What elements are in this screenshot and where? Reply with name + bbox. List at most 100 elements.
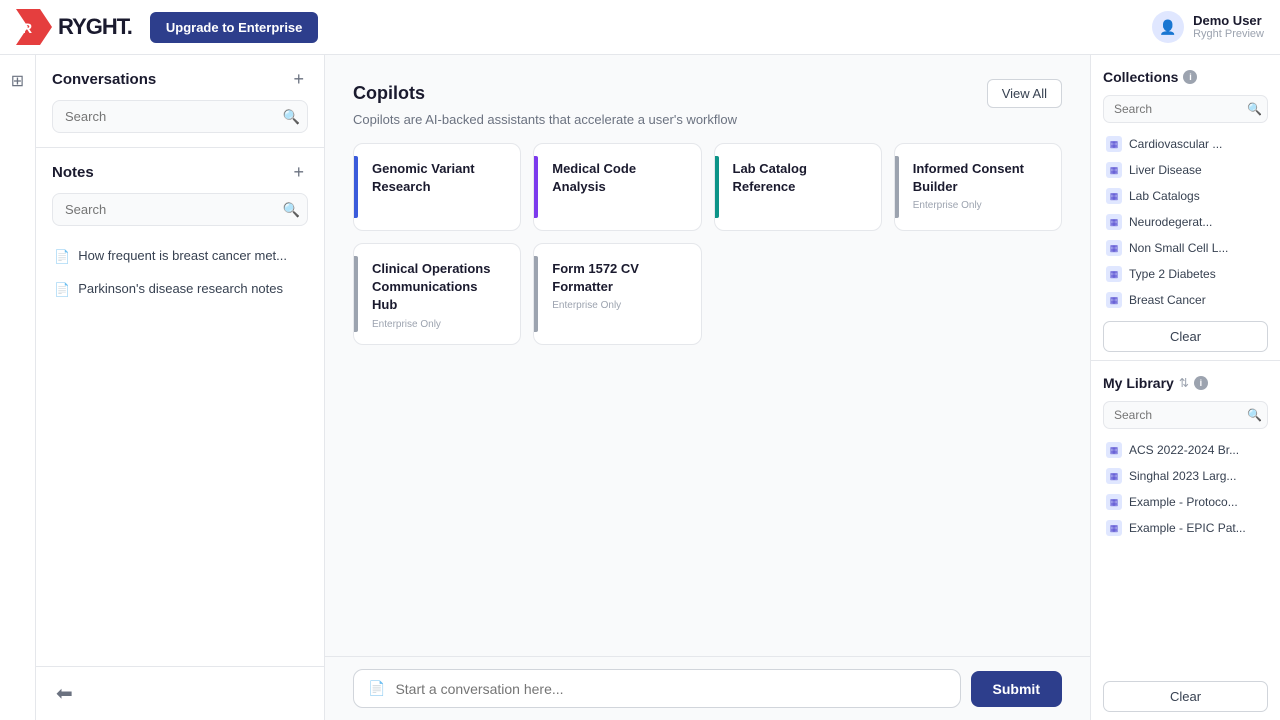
copilot-card[interactable]: Genomic Variant Research: [353, 143, 521, 231]
enterprise-badge: Enterprise Only: [552, 300, 684, 311]
accent-bar: [895, 156, 899, 218]
copilot-card[interactable]: Lab Catalog Reference: [714, 143, 882, 231]
collection-icon: ▦: [1106, 162, 1122, 178]
copilot-card[interactable]: Form 1572 CV Formatter Enterprise Only: [533, 243, 701, 345]
copilot-name: Informed Consent Builder: [913, 160, 1045, 196]
library-item[interactable]: ▦ Singhal 2023 Larg...: [1103, 463, 1268, 489]
icon-sidebar: ⊞: [0, 55, 36, 720]
submit-button[interactable]: Submit: [971, 671, 1062, 707]
enterprise-badge: Enterprise Only: [372, 319, 504, 330]
collection-icon: ▦: [1106, 188, 1122, 204]
user-profile[interactable]: 👤 Demo User Ryght Preview: [1152, 11, 1264, 43]
collection-item[interactable]: ▦ Neurodegerat...: [1103, 209, 1268, 235]
collection-icon: ▦: [1106, 292, 1122, 308]
logout-button[interactable]: ⬅: [52, 677, 77, 710]
collections-search-icon[interactable]: 🔍: [1247, 102, 1262, 116]
library-item[interactable]: ▦ Example - Protoco...: [1103, 489, 1268, 515]
accent-bar: [715, 156, 719, 218]
collection-icon: ▦: [1106, 240, 1122, 256]
collections-search-box: 🔍: [1103, 95, 1268, 123]
note-label: Parkinson's disease research notes: [78, 281, 283, 296]
library-search-icon[interactable]: 🔍: [1247, 408, 1262, 422]
notes-search-box: 🔍: [52, 193, 308, 226]
enterprise-badge: Enterprise Only: [913, 200, 1045, 211]
copilots-grid: Genomic Variant Research Medical Code An…: [353, 143, 1062, 345]
library-search-box: 🔍: [1103, 401, 1268, 429]
accent-bar: [354, 156, 358, 218]
chat-input[interactable]: [395, 681, 945, 697]
library-item-label: ACS 2022-2024 Br...: [1129, 443, 1239, 457]
library-info-icon[interactable]: i: [1194, 376, 1208, 390]
collection-item[interactable]: ▦ Non Small Cell L...: [1103, 235, 1268, 261]
library-item-icon: ▦: [1106, 520, 1122, 536]
collection-item[interactable]: ▦ Breast Cancer: [1103, 287, 1268, 313]
notes-search-input[interactable]: [52, 193, 308, 226]
copilots-subtitle: Copilots are AI-backed assistants that a…: [353, 112, 1062, 127]
copilot-name: Lab Catalog Reference: [733, 160, 865, 196]
copilot-card[interactable]: Clinical Operations Communications Hub E…: [353, 243, 521, 345]
copilot-name: Form 1572 CV Formatter: [552, 260, 684, 296]
copilot-name: Clinical Operations Communications Hub: [372, 260, 504, 315]
logo: R RYGHT.: [16, 9, 132, 45]
collections-clear-button[interactable]: Clear: [1103, 321, 1268, 352]
collection-item[interactable]: ▦ Lab Catalogs: [1103, 183, 1268, 209]
collection-item[interactable]: ▦ Liver Disease: [1103, 157, 1268, 183]
accent-bar: [534, 156, 538, 218]
copilot-name: Medical Code Analysis: [552, 160, 684, 196]
collection-label: Breast Cancer: [1129, 293, 1206, 307]
logo-text: RYGHT.: [58, 14, 132, 40]
collection-label: Cardiovascular ...: [1129, 137, 1222, 151]
accent-bar: [534, 256, 538, 332]
collections-info-icon[interactable]: i: [1183, 70, 1197, 84]
copilot-card[interactable]: Informed Consent Builder Enterprise Only: [894, 143, 1062, 231]
library-item-icon: ▦: [1106, 442, 1122, 458]
library-item-label: Example - EPIC Pat...: [1129, 521, 1246, 535]
main-area: Copilots View All Copilots are AI-backed…: [325, 55, 1090, 720]
collection-label: Neurodegerat...: [1129, 215, 1212, 229]
chat-bar: 📄 Submit: [325, 656, 1090, 720]
avatar: 👤: [1152, 11, 1184, 43]
note-icon: 📄: [54, 282, 70, 298]
notes-title: Notes: [52, 164, 94, 181]
list-item[interactable]: 📄 Parkinson's disease research notes: [44, 273, 316, 306]
add-note-button[interactable]: +: [289, 162, 308, 183]
left-panel: Conversations + 🔍 Notes + 🔍 📄: [36, 55, 325, 720]
copilot-card[interactable]: Medical Code Analysis: [533, 143, 701, 231]
collections-search-input[interactable]: [1103, 95, 1268, 123]
conversations-search-input[interactable]: [52, 100, 308, 133]
conversations-search-icon[interactable]: 🔍: [283, 108, 300, 125]
library-item[interactable]: ▦ Example - EPIC Pat...: [1103, 515, 1268, 541]
notes-search-icon[interactable]: 🔍: [283, 201, 300, 218]
collections-list: ▦ Cardiovascular ... ▦ Liver Disease ▦ L…: [1103, 131, 1268, 313]
my-library-section: My Library ⇅ i 🔍 ▦ ACS 2022-2024 Br... ▦…: [1091, 361, 1280, 720]
notes-list: 📄 How frequent is breast cancer met... 📄…: [36, 240, 324, 666]
collection-item[interactable]: ▦ Cardiovascular ...: [1103, 131, 1268, 157]
library-item-label: Singhal 2023 Larg...: [1129, 469, 1236, 483]
collection-label: Liver Disease: [1129, 163, 1202, 177]
add-conversation-button[interactable]: +: [289, 69, 308, 90]
upgrade-button[interactable]: Upgrade to Enterprise: [150, 12, 319, 43]
library-item-label: Example - Protoco...: [1129, 495, 1238, 509]
sort-icon[interactable]: ⇅: [1179, 376, 1189, 390]
svg-text:R: R: [22, 20, 32, 36]
library-clear-button[interactable]: Clear: [1103, 681, 1268, 712]
library-item[interactable]: ▦ ACS 2022-2024 Br...: [1103, 437, 1268, 463]
right-panel: Collections i 🔍 ▦ Cardiovascular ... ▦ L…: [1090, 55, 1280, 720]
sidebar-toggle-button[interactable]: ⊞: [7, 67, 28, 95]
library-item-icon: ▦: [1106, 468, 1122, 484]
list-item[interactable]: 📄 How frequent is breast cancer met...: [44, 240, 316, 273]
note-icon: 📄: [54, 249, 70, 265]
conversations-search-box: 🔍: [52, 100, 308, 133]
accent-bar: [354, 256, 358, 332]
copilots-section: Copilots View All Copilots are AI-backed…: [325, 55, 1090, 656]
view-all-button[interactable]: View All: [987, 79, 1062, 108]
copilot-name: Genomic Variant Research: [372, 160, 504, 196]
user-subtitle: Ryght Preview: [1193, 28, 1264, 41]
collection-icon: ▦: [1106, 266, 1122, 282]
collections-section: Collections i 🔍 ▦ Cardiovascular ... ▦ L…: [1091, 55, 1280, 361]
my-library-title: My Library: [1103, 375, 1174, 391]
library-list: ▦ ACS 2022-2024 Br... ▦ Singhal 2023 Lar…: [1103, 437, 1268, 673]
collection-item[interactable]: ▦ Type 2 Diabetes: [1103, 261, 1268, 287]
collections-title: Collections: [1103, 69, 1178, 85]
library-search-input[interactable]: [1103, 401, 1268, 429]
